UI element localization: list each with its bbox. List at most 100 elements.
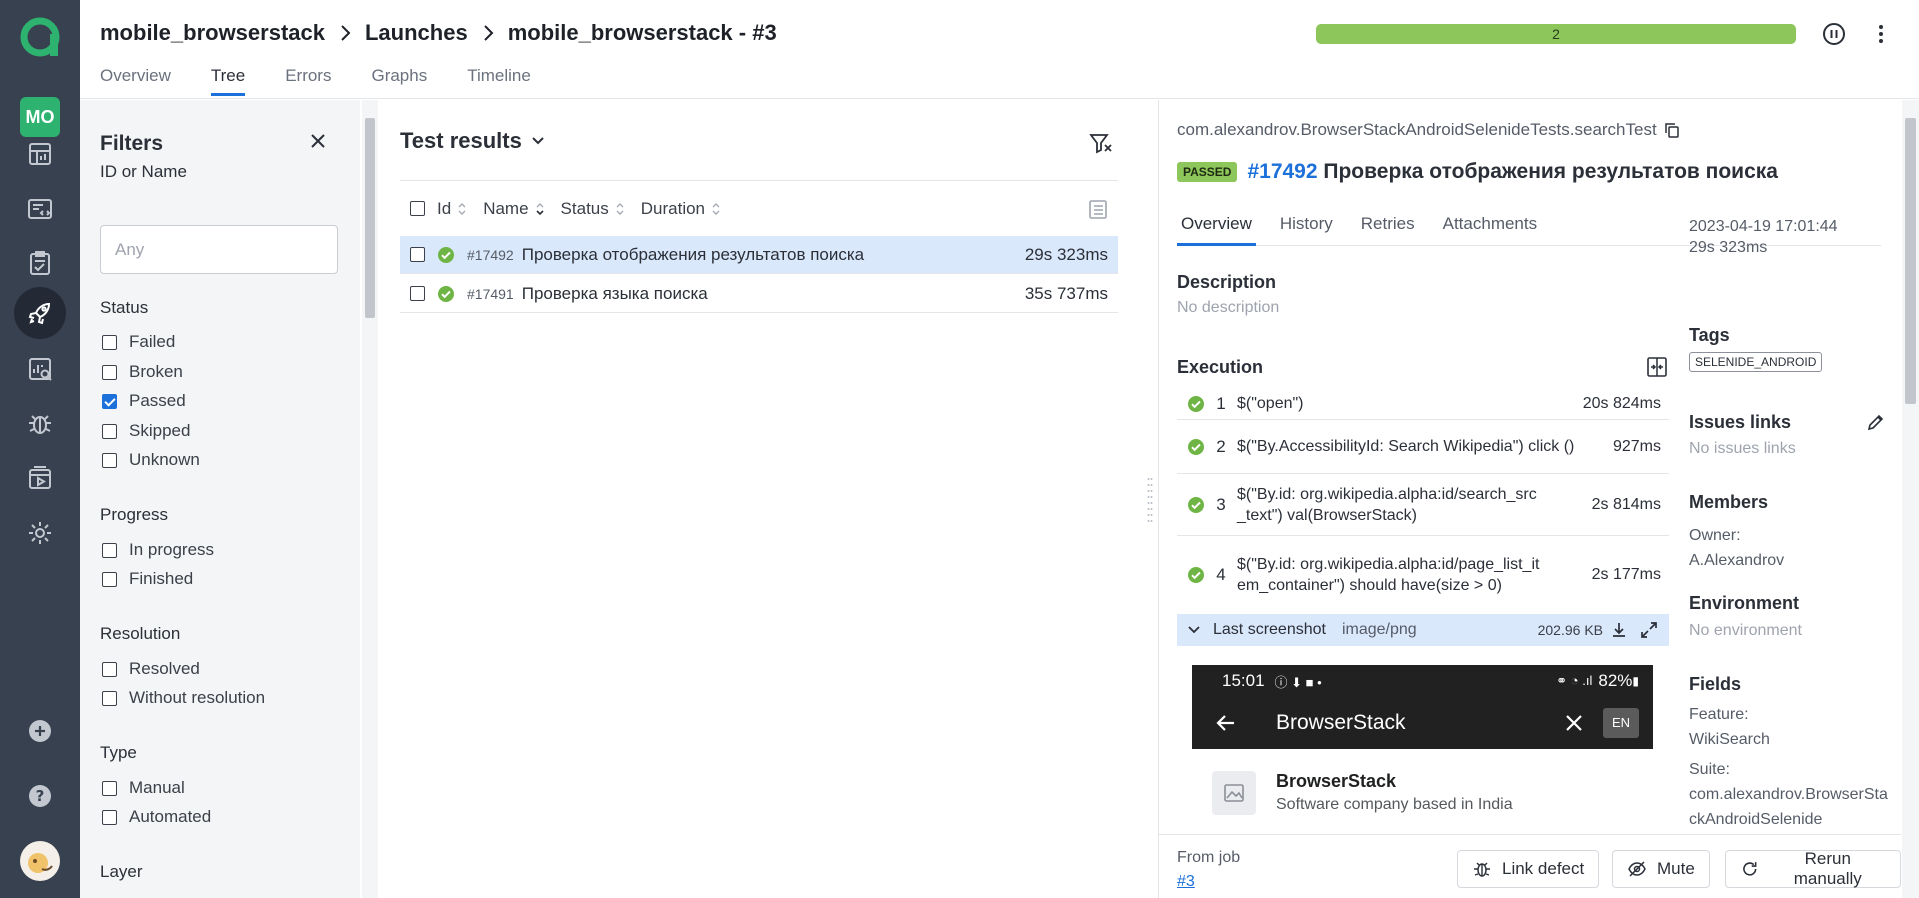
tab-detail-overview[interactable]: Overview	[1177, 214, 1256, 246]
execution-step[interactable]: 4 $("By.id: org.wikipedia.alpha:id/page_…	[1177, 536, 1669, 614]
row-checkbox[interactable]	[410, 247, 425, 262]
checkbox[interactable]	[102, 661, 117, 677]
table-row[interactable]: #17491 Проверка языка поиска 35s 737ms	[400, 275, 1118, 313]
close-icon[interactable]	[307, 130, 329, 152]
row-duration: 35s 737ms	[1024, 283, 1108, 303]
test-results-title[interactable]: Test results	[400, 128, 546, 154]
checkbox[interactable]	[102, 334, 117, 350]
tab-attachments[interactable]: Attachments	[1439, 214, 1542, 245]
help-icon[interactable]: ?	[14, 770, 66, 822]
phone-status-bar: 15:01 ⓘ ⬇ ■ • ⚭ ◔ .ıl 82% ▮	[1192, 665, 1653, 697]
filter-finished[interactable]: Finished	[102, 569, 193, 589]
dashboards-icon[interactable]	[14, 128, 66, 180]
test-id-link[interactable]: #17492	[1247, 160, 1317, 183]
tab-retries[interactable]: Retries	[1357, 214, 1419, 245]
checkbox[interactable]	[102, 542, 117, 558]
tab-graphs[interactable]: Graphs	[371, 66, 427, 96]
from-job-label: From job	[1177, 849, 1241, 866]
filter-off-icon[interactable]	[1088, 130, 1114, 156]
scrollbar-thumb[interactable]	[1905, 118, 1916, 404]
execution-step[interactable]: 1 $("open") 20s 824ms	[1177, 388, 1669, 420]
screenshot-preview[interactable]: 15:01 ⓘ ⬇ ■ • ⚭ ◔ .ıl 82% ▮ BrowserStack…	[1192, 665, 1653, 834]
attachment-header[interactable]: Last screenshot image/png 202.96 KB	[1177, 614, 1669, 646]
tab-timeline[interactable]: Timeline	[467, 66, 531, 96]
app-logo-icon[interactable]	[19, 16, 61, 58]
breadcrumb-launches[interactable]: Launches	[365, 20, 468, 46]
mute-button[interactable]: Mute	[1612, 850, 1710, 888]
table-row[interactable]: #17492 Проверка отображения результатов …	[400, 236, 1118, 274]
filter-status-broken[interactable]: Broken	[102, 362, 183, 382]
download-icon[interactable]	[1609, 620, 1629, 640]
checkbox[interactable]	[102, 364, 117, 380]
suite-value: com.alexandrov.BrowserStackAndroidSeleni…	[1689, 786, 1888, 828]
tag-chip[interactable]: SELENIDE_ANDROID	[1689, 352, 1823, 372]
analytics-icon[interactable]	[14, 343, 66, 395]
detail-scrollbar[interactable]	[1902, 100, 1919, 898]
select-all-checkbox[interactable]	[410, 201, 425, 216]
row-checkbox[interactable]	[410, 286, 425, 301]
edit-pencil-icon[interactable]	[1866, 412, 1886, 432]
issues-text: No issues links	[1689, 440, 1796, 457]
filter-manual[interactable]: Manual	[102, 778, 185, 798]
members-heading: Members	[1689, 492, 1769, 512]
launch-tabs: Overview Tree Errors Graphs Timeline	[100, 66, 531, 96]
more-vertical-icon[interactable]	[1868, 21, 1894, 47]
filter-automated[interactable]: Automated	[102, 807, 211, 827]
filter-status-skipped[interactable]: Skipped	[102, 421, 190, 441]
execution-step[interactable]: 2 $("By.AccessibilityId: Search Wikipedi…	[1177, 420, 1669, 474]
tab-errors[interactable]: Errors	[285, 66, 331, 96]
filter-resolved[interactable]: Resolved	[102, 659, 200, 679]
tab-history[interactable]: History	[1276, 214, 1337, 245]
chevron-down-icon[interactable]	[1187, 623, 1201, 637]
filter-status-failed[interactable]: Failed	[102, 332, 175, 352]
copy-icon[interactable]	[1663, 121, 1681, 139]
jobs-rocket-icon[interactable]	[14, 287, 66, 339]
column-status[interactable]: Status	[561, 199, 625, 219]
defects-bug-icon[interactable]	[14, 397, 66, 449]
filter-without-resolution[interactable]: Without resolution	[102, 688, 265, 708]
link-defect-button[interactable]: Link defect	[1457, 850, 1600, 888]
column-name[interactable]: Name	[483, 199, 544, 219]
row-id: #17492	[467, 246, 514, 263]
filter-status-unknown[interactable]: Unknown	[102, 450, 200, 470]
checkbox[interactable]	[102, 809, 117, 825]
tab-tree[interactable]: Tree	[210, 66, 246, 96]
launches-list-icon[interactable]	[14, 183, 66, 235]
filter-status-passed[interactable]: Passed	[102, 391, 186, 411]
add-circle-icon[interactable]	[14, 705, 66, 757]
tab-overview[interactable]: Overview	[100, 66, 171, 96]
attachment-size: 202.96 KB	[1537, 622, 1603, 638]
id-name-input[interactable]	[100, 225, 338, 274]
checkbox-checked[interactable]	[102, 393, 117, 409]
feature-label: Feature:	[1689, 706, 1749, 723]
checkbox[interactable]	[102, 690, 117, 706]
progress-label: Progress	[100, 505, 169, 524]
column-id[interactable]: Id	[437, 199, 467, 219]
settings-gear-icon[interactable]	[14, 507, 66, 559]
fullscreen-icon[interactable]	[1639, 620, 1659, 640]
checkbox[interactable]	[102, 780, 117, 796]
rerun-manually-button[interactable]: Rerun manually	[1725, 849, 1901, 888]
testplans-icon[interactable]	[14, 452, 66, 504]
execution-step[interactable]: 3 $("By.id: org.wikipedia.alpha:id/searc…	[1177, 474, 1669, 536]
checkbox[interactable]	[102, 571, 117, 587]
job-link[interactable]: #3	[1177, 873, 1195, 891]
filters-scrollbar[interactable]	[362, 100, 378, 898]
stop-launch-icon[interactable]	[1821, 21, 1847, 47]
checkbox[interactable]	[102, 423, 117, 439]
resize-grip-icon[interactable]	[1147, 475, 1153, 525]
column-settings-icon[interactable]	[1086, 197, 1110, 221]
checkbox[interactable]	[102, 452, 117, 468]
step-text: $("open")	[1237, 395, 1304, 412]
filter-in-progress[interactable]: In progress	[102, 540, 214, 560]
resolution-label: Resolution	[100, 624, 181, 643]
detail-footer: From job #3 Link defect Mute Rerun manua…	[1159, 834, 1901, 898]
scrollbar-thumb[interactable]	[365, 118, 375, 318]
expand-steps-icon[interactable]	[1645, 355, 1669, 379]
passed-status-icon	[438, 285, 454, 302]
breadcrumb-project[interactable]: mobile_browserstack	[100, 20, 325, 46]
type-label: Type	[100, 743, 137, 762]
column-duration[interactable]: Duration	[641, 199, 721, 219]
user-avatar[interactable]	[20, 841, 60, 881]
testcases-icon[interactable]	[14, 237, 66, 289]
